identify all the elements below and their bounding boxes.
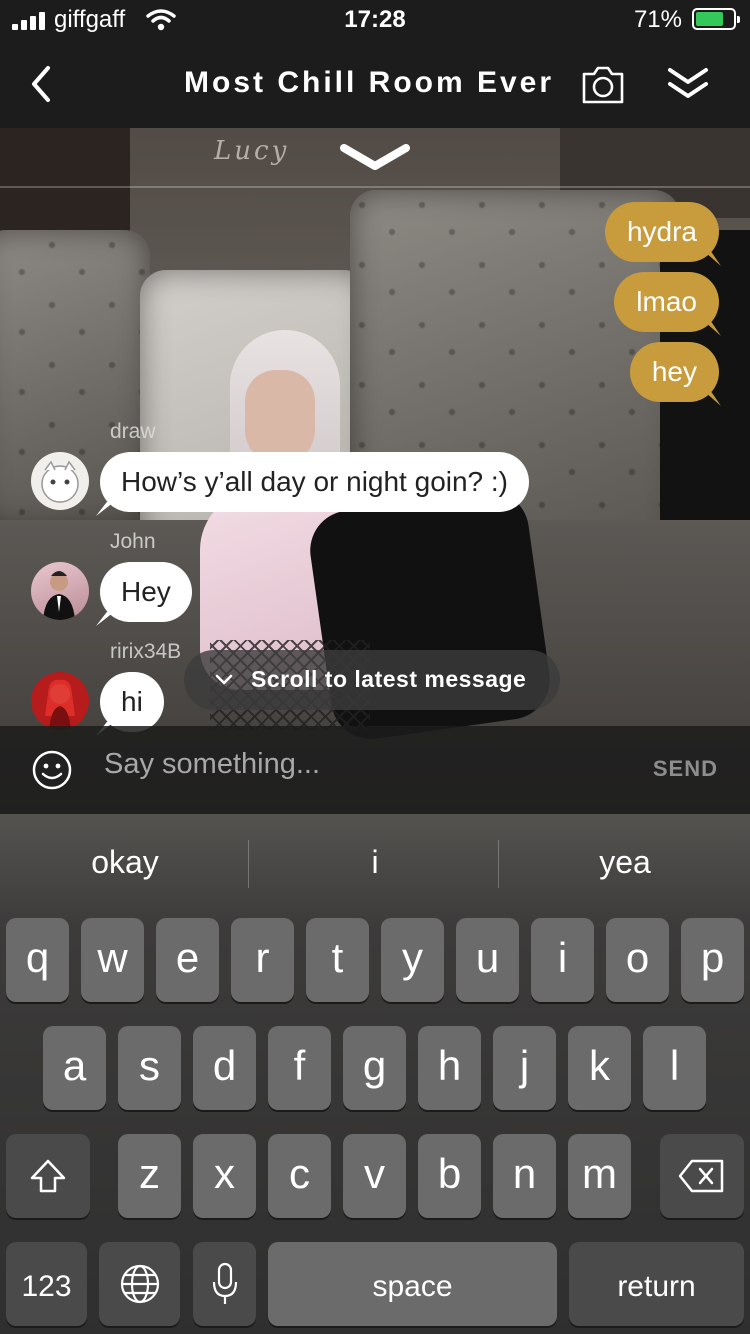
scroll-to-latest-button[interactable]: Scroll to latest message — [184, 650, 560, 710]
key[interactable]: t — [306, 918, 369, 1002]
key[interactable]: u — [456, 918, 519, 1002]
key[interactable]: a — [43, 1026, 106, 1110]
message-bubble[interactable]: Hey — [100, 562, 192, 622]
message-input[interactable] — [104, 748, 604, 781]
key[interactable]: v — [343, 1134, 406, 1218]
key[interactable]: y — [381, 918, 444, 1002]
battery-percent: 71% — [633, 6, 682, 33]
avatar[interactable] — [31, 562, 89, 620]
key[interactable]: q — [6, 918, 69, 1002]
key[interactable]: c — [268, 1134, 331, 1218]
message-bubble[interactable]: How’s y’all day or night goin? :) — [100, 452, 530, 512]
suggestion[interactable]: yea — [500, 844, 750, 881]
key[interactable]: l — [643, 1026, 706, 1110]
scroll-to-latest-label: Scroll to latest message — [251, 666, 527, 692]
sender-name: ririx34B — [110, 640, 182, 663]
delete-key[interactable] — [660, 1134, 744, 1218]
key[interactable]: p — [681, 918, 744, 1002]
battery-icon — [692, 8, 740, 30]
key[interactable]: w — [81, 918, 144, 1002]
key[interactable]: g — [343, 1026, 406, 1110]
backspace-icon — [678, 1159, 724, 1193]
return-key-label: return — [617, 1270, 696, 1303]
suggestion[interactable]: i — [250, 844, 500, 881]
numbers-key-label: 123 — [21, 1270, 72, 1303]
back-icon[interactable] — [20, 62, 64, 106]
numbers-key[interactable]: 123 — [6, 1242, 87, 1326]
return-key[interactable]: return — [569, 1242, 744, 1326]
character-nameplate: Lucy — [214, 136, 290, 166]
key[interactable]: z — [118, 1134, 181, 1218]
key[interactable]: h — [418, 1026, 481, 1110]
divider — [498, 840, 499, 888]
collapse-scene-icon[interactable] — [340, 142, 410, 174]
suggestion[interactable]: okay — [0, 844, 250, 881]
message-composer: SEND — [0, 726, 750, 814]
my-message[interactable]: hey — [629, 342, 719, 402]
divider — [248, 840, 249, 888]
camera-icon[interactable] — [580, 62, 626, 108]
send-button[interactable]: SEND — [653, 756, 718, 782]
key[interactable]: s — [118, 1026, 181, 1110]
key[interactable]: d — [193, 1026, 256, 1110]
shift-key[interactable] — [6, 1134, 90, 1218]
key[interactable]: r — [231, 918, 294, 1002]
room-title: Most Chill Room Ever — [184, 66, 555, 99]
key[interactable]: o — [606, 918, 669, 1002]
keyboard: okay i yea q w e r t y u i o p a s d f g… — [0, 814, 750, 1334]
divider — [0, 186, 750, 188]
globe-key[interactable] — [99, 1242, 180, 1326]
space-key[interactable]: space — [268, 1242, 557, 1326]
key[interactable]: j — [493, 1026, 556, 1110]
double-chevron-down-icon[interactable] — [664, 62, 712, 108]
key[interactable]: m — [568, 1134, 631, 1218]
key[interactable]: x — [193, 1134, 256, 1218]
emoji-icon[interactable] — [32, 750, 72, 790]
sender-name: draw — [110, 420, 156, 443]
avatar[interactable] — [31, 672, 89, 730]
key[interactable]: b — [418, 1134, 481, 1218]
globe-icon — [120, 1264, 159, 1304]
suggestion-bar: okay i yea — [0, 814, 750, 914]
key[interactable]: f — [268, 1026, 331, 1110]
avatar[interactable] — [31, 452, 89, 510]
dictation-key[interactable] — [193, 1242, 256, 1326]
microphone-icon — [212, 1262, 237, 1304]
sender-name: John — [110, 530, 156, 553]
my-message[interactable]: lmao — [614, 272, 719, 332]
key[interactable]: i — [531, 918, 594, 1002]
key[interactable]: e — [156, 918, 219, 1002]
key[interactable]: n — [493, 1134, 556, 1218]
shift-icon — [30, 1159, 66, 1193]
message-bubble[interactable]: hi — [100, 672, 164, 732]
key[interactable]: k — [568, 1026, 631, 1110]
nav-bar: Most Chill Room Ever — [0, 42, 750, 128]
my-message[interactable]: hydra — [604, 202, 719, 262]
space-key-label: space — [372, 1270, 453, 1303]
chevron-down-icon — [215, 674, 233, 685]
status-bar: giffgaff 17:28 71% — [0, 0, 750, 42]
